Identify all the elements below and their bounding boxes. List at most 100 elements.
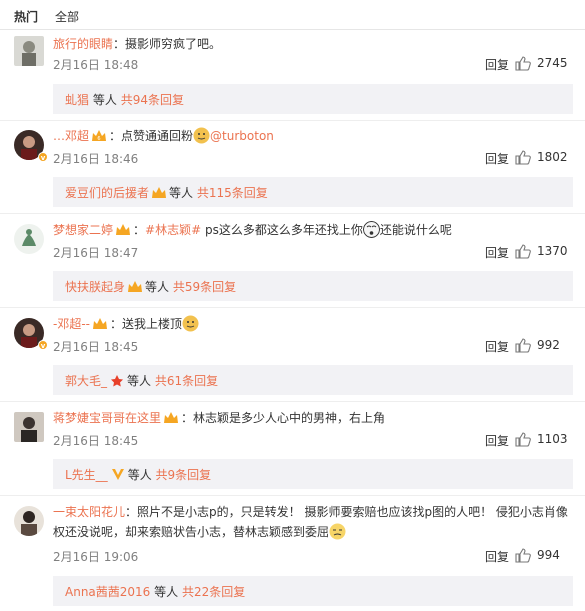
tab-hot[interactable]: 热门 bbox=[14, 8, 38, 25]
reply-username[interactable]: 快扶朕起身 bbox=[65, 280, 125, 294]
comment-text-tail: 还能说什么呢 bbox=[379, 223, 452, 237]
avatar[interactable] bbox=[14, 506, 44, 536]
reply-username[interactable]: 虬猖 bbox=[65, 93, 89, 107]
comment-date: 2月16日 18:47 bbox=[53, 246, 139, 260]
thumbs-up-icon bbox=[515, 432, 531, 447]
thumbs-up-icon bbox=[515, 548, 531, 563]
reply-summary[interactable]: Anna茜茜2016 等人 共22条回复 bbox=[53, 576, 573, 606]
like-count: 2745 bbox=[537, 56, 568, 70]
crown-icon bbox=[164, 412, 179, 423]
comment-separator: ： bbox=[113, 37, 126, 51]
like-button[interactable]: 1103 bbox=[515, 431, 573, 449]
like-count: 1370 bbox=[537, 244, 568, 258]
like-count: 1802 bbox=[537, 150, 568, 164]
reply-username[interactable]: 爱豆们的后援者 bbox=[65, 186, 149, 200]
svg-text:6: 6 bbox=[97, 136, 100, 142]
comment-username[interactable]: -邓超-- bbox=[53, 317, 90, 331]
divider bbox=[0, 120, 585, 121]
crown-icon bbox=[93, 318, 107, 329]
comment-text: 林志颖是多少人心中的男神，右上角 bbox=[193, 411, 386, 425]
comment-date: 2月16日 18:45 bbox=[53, 434, 139, 448]
thumbs-up-icon bbox=[515, 56, 531, 71]
others-label: 等人 bbox=[92, 93, 117, 107]
divider bbox=[0, 401, 585, 402]
like-count: 1103 bbox=[537, 432, 568, 446]
comment-separator: ： bbox=[109, 129, 122, 143]
comment-date: 2月16日 19:06 bbox=[53, 550, 139, 564]
reply-count-link[interactable]: 共9条回复 bbox=[156, 468, 212, 482]
others-label: 等人 bbox=[127, 468, 152, 482]
reply-button[interactable]: 回复 bbox=[485, 56, 509, 73]
reply-count-link[interactable]: 共61条回复 bbox=[155, 374, 218, 388]
doge-emoji-icon bbox=[182, 315, 199, 332]
reply-summary[interactable]: 快扶朕起身 等人 共59条回复 bbox=[53, 271, 573, 301]
reply-summary[interactable]: 郭大毛_ 等人 共61条回复 bbox=[53, 365, 573, 395]
avatar[interactable] bbox=[14, 412, 44, 442]
crown-icon bbox=[128, 281, 143, 292]
like-button[interactable]: 994 bbox=[515, 547, 573, 565]
verified-badge: v bbox=[38, 152, 48, 162]
tab-all[interactable]: 全部 bbox=[55, 8, 79, 25]
reply-summary[interactable]: 爱豆们的后援者 等人 共115条回复 bbox=[53, 177, 573, 207]
thumbs-up-icon bbox=[515, 244, 531, 259]
crown-icon bbox=[152, 187, 167, 198]
topic-link[interactable]: #林志颖# bbox=[145, 223, 201, 237]
avatar[interactable] bbox=[14, 224, 44, 254]
thumbs-up-icon bbox=[515, 338, 531, 353]
reply-count-link[interactable]: 共94条回复 bbox=[121, 93, 184, 107]
frown-emoji-icon bbox=[329, 523, 346, 540]
comment-username[interactable]: 梦想家二婷 bbox=[53, 223, 113, 237]
reply-summary[interactable]: L先生__ 等人 共9条回复 bbox=[53, 459, 573, 489]
reply-summary[interactable]: 虬猖 等人 共94条回复 bbox=[53, 84, 573, 114]
comment-text: 摄影师穷疯了吧。 bbox=[125, 37, 222, 51]
comment-text: 送我上楼顶 bbox=[122, 317, 183, 331]
divider bbox=[0, 307, 585, 308]
reply-username[interactable]: L先生__ bbox=[65, 468, 108, 482]
reply-button[interactable]: 回复 bbox=[485, 432, 509, 449]
like-count: 992 bbox=[537, 338, 560, 352]
comment-separator: ： bbox=[125, 505, 138, 519]
comment-date: 2月16日 18:46 bbox=[53, 152, 139, 166]
mention-link[interactable]: @turboton bbox=[210, 129, 274, 143]
reply-count-link[interactable]: 共59条回复 bbox=[173, 280, 236, 294]
crown-icon: 6 bbox=[92, 130, 107, 142]
like-button[interactable]: 2745 bbox=[515, 55, 573, 73]
like-count: 994 bbox=[537, 548, 560, 562]
comment-text: ps这么多都这么多年还找上你 bbox=[201, 223, 363, 237]
reply-button[interactable]: 回复 bbox=[485, 244, 509, 261]
reply-username[interactable]: Anna茜茜2016 bbox=[65, 585, 150, 599]
like-button[interactable]: 1802 bbox=[515, 149, 573, 167]
others-label: 等人 bbox=[169, 186, 194, 200]
divider bbox=[0, 495, 585, 496]
doge-emoji-icon bbox=[193, 127, 210, 144]
reply-button[interactable]: 回复 bbox=[485, 338, 509, 355]
comment-text: 点赞通通回粉 bbox=[121, 129, 194, 143]
thumbs-up-icon bbox=[515, 150, 531, 165]
v-badge-icon bbox=[111, 469, 124, 480]
comment-username[interactable]: …邓超 bbox=[53, 129, 89, 143]
face-emoji-icon bbox=[362, 221, 380, 238]
star-icon bbox=[111, 375, 124, 387]
comment-username[interactable]: 蒋梦婕宝哥哥在这里 bbox=[53, 411, 161, 425]
like-button[interactable]: 1370 bbox=[515, 243, 573, 261]
like-button[interactable]: 992 bbox=[515, 337, 573, 355]
comment-username[interactable]: 旅行的眼睛 bbox=[53, 37, 113, 51]
comment-date: 2月16日 18:48 bbox=[53, 58, 139, 72]
others-label: 等人 bbox=[145, 280, 170, 294]
reply-count-link[interactable]: 共22条回复 bbox=[182, 585, 245, 599]
comment-separator: ： bbox=[181, 411, 194, 425]
reply-button[interactable]: 回复 bbox=[485, 150, 509, 167]
divider bbox=[0, 213, 585, 214]
others-label: 等人 bbox=[154, 585, 179, 599]
comment-separator: ： bbox=[110, 317, 123, 331]
comment-tabs: 热门 全部 bbox=[0, 0, 585, 30]
verified-badge: v bbox=[38, 340, 48, 350]
comment-date: 2月16日 18:45 bbox=[53, 340, 139, 354]
others-label: 等人 bbox=[127, 374, 152, 388]
comment-username[interactable]: 一束太阳花儿 bbox=[53, 505, 125, 519]
reply-username[interactable]: 郭大毛_ bbox=[65, 374, 107, 388]
avatar[interactable] bbox=[14, 36, 44, 66]
comment-separator: ： bbox=[133, 223, 146, 237]
reply-count-link[interactable]: 共115条回复 bbox=[197, 186, 268, 200]
reply-button[interactable]: 回复 bbox=[485, 548, 509, 565]
